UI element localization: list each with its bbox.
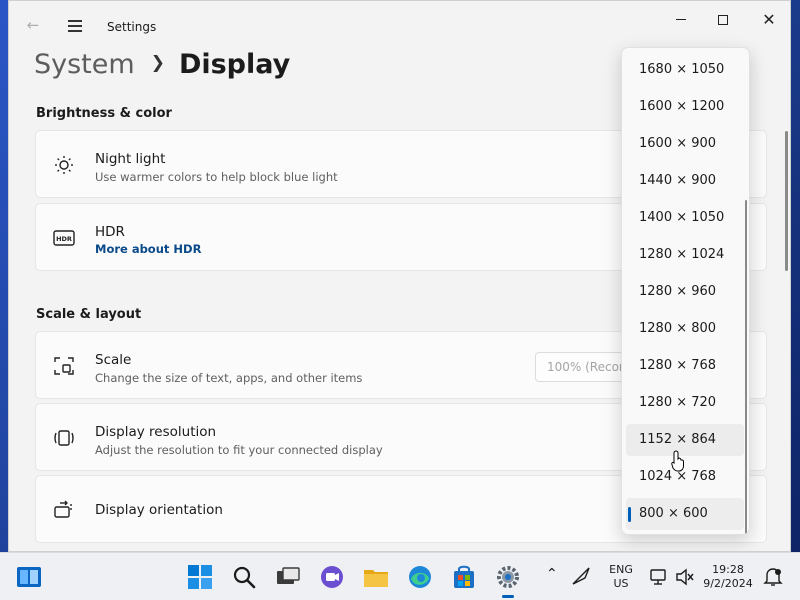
chevron-right-icon: ❯ bbox=[150, 53, 165, 73]
task-view-icon[interactable] bbox=[273, 562, 303, 592]
scale-subtitle: Change the size of text, apps, and other… bbox=[95, 371, 363, 385]
svg-text:HDR: HDR bbox=[56, 235, 72, 243]
language-code: ENG bbox=[609, 563, 633, 576]
night-light-title: Night light bbox=[95, 151, 166, 167]
volume-muted-icon[interactable] bbox=[674, 566, 696, 588]
hdr-title: HDR bbox=[95, 224, 125, 240]
taskbar: ⌃ ENG US 19:28 9/2/2024 bbox=[0, 552, 800, 600]
clock-date: 9/2/2024 bbox=[703, 577, 753, 590]
display-orientation-title: Display orientation bbox=[95, 502, 223, 518]
minimize-icon bbox=[676, 19, 686, 20]
resolution-option[interactable]: 1680 × 1050 bbox=[626, 54, 744, 86]
display-resolution-title: Display resolution bbox=[95, 424, 217, 440]
breadcrumb-parent[interactable]: System bbox=[34, 49, 135, 80]
widgets-icon[interactable] bbox=[14, 562, 44, 592]
resolution-option[interactable]: 1440 × 900 bbox=[626, 165, 744, 197]
chevron-up-icon[interactable]: ⌃ bbox=[546, 567, 558, 581]
night-light-subtitle: Use warmer colors to help block blue lig… bbox=[95, 170, 338, 184]
mouse-cursor-icon bbox=[671, 450, 684, 472]
resolution-option[interactable]: 1400 × 1050 bbox=[626, 202, 744, 234]
back-arrow-icon[interactable]: ← bbox=[23, 15, 43, 35]
pen-icon[interactable] bbox=[570, 565, 592, 587]
notification-bell-icon[interactable] bbox=[762, 566, 784, 588]
resolution-option[interactable]: 1024 × 768 bbox=[626, 461, 744, 493]
title-bar: ← Settings ✕ bbox=[9, 1, 790, 45]
section-heading-brightness: Brightness & color bbox=[36, 106, 172, 121]
close-button[interactable]: ✕ bbox=[757, 9, 781, 31]
keyboard-layout: US bbox=[613, 577, 629, 590]
brightness-icon bbox=[52, 153, 76, 177]
page-title: Display bbox=[178, 49, 291, 80]
resolution-icon bbox=[52, 426, 76, 450]
settings-icon[interactable] bbox=[493, 562, 523, 598]
resolution-option[interactable]: 1280 × 1024 bbox=[626, 239, 744, 271]
maximize-button[interactable] bbox=[711, 9, 735, 31]
chat-icon[interactable] bbox=[317, 562, 347, 592]
orientation-icon bbox=[52, 498, 76, 522]
resolution-option[interactable]: 1280 × 768 bbox=[626, 350, 744, 382]
minimize-button[interactable] bbox=[669, 9, 693, 31]
window-title: Settings bbox=[107, 20, 157, 34]
clock[interactable]: 19:28 9/2/2024 bbox=[702, 563, 754, 591]
scale-icon bbox=[52, 354, 76, 378]
window-scrollbar[interactable] bbox=[785, 131, 788, 271]
settings-window: ← Settings ✕ System ❯ Display Brightness &… bbox=[8, 0, 791, 552]
hamburger-menu-icon[interactable] bbox=[65, 15, 85, 35]
scale-title: Scale bbox=[95, 352, 132, 368]
start-icon[interactable] bbox=[185, 562, 215, 592]
file-explorer-icon[interactable] bbox=[361, 562, 391, 592]
clock-time: 19:28 bbox=[712, 563, 744, 576]
resolution-option[interactable]: 1152 × 864 bbox=[626, 424, 744, 456]
more-about-hdr-link[interactable]: More about HDR bbox=[95, 242, 201, 256]
dropdown-scrollbar[interactable] bbox=[745, 200, 747, 534]
edge-icon[interactable] bbox=[405, 562, 435, 592]
store-icon[interactable] bbox=[449, 562, 479, 592]
section-heading-scale-layout: Scale & layout bbox=[36, 307, 142, 322]
resolution-option[interactable]: 1600 × 1200 bbox=[626, 91, 744, 123]
breadcrumb: System ❯ Display bbox=[34, 49, 290, 89]
maximize-icon bbox=[718, 14, 728, 25]
hdr-icon: HDR bbox=[52, 226, 76, 250]
resolution-option[interactable]: 1280 × 960 bbox=[626, 276, 744, 308]
resolution-dropdown-list: 1680 × 1050 1600 × 1200 1600 × 900 1440 × 9… bbox=[621, 47, 750, 535]
resolution-option[interactable]: 1280 × 720 bbox=[626, 387, 744, 419]
resolution-option[interactable]: 1600 × 900 bbox=[626, 128, 744, 160]
search-icon[interactable] bbox=[229, 562, 259, 592]
resolution-option[interactable]: 1280 × 800 bbox=[626, 313, 744, 345]
resolution-option[interactable]: 800 × 600 bbox=[626, 498, 744, 530]
network-icon[interactable] bbox=[648, 566, 670, 588]
language-indicator[interactable]: ENG US bbox=[605, 563, 637, 591]
display-resolution-subtitle: Adjust the resolution to fit your connec… bbox=[95, 443, 383, 457]
